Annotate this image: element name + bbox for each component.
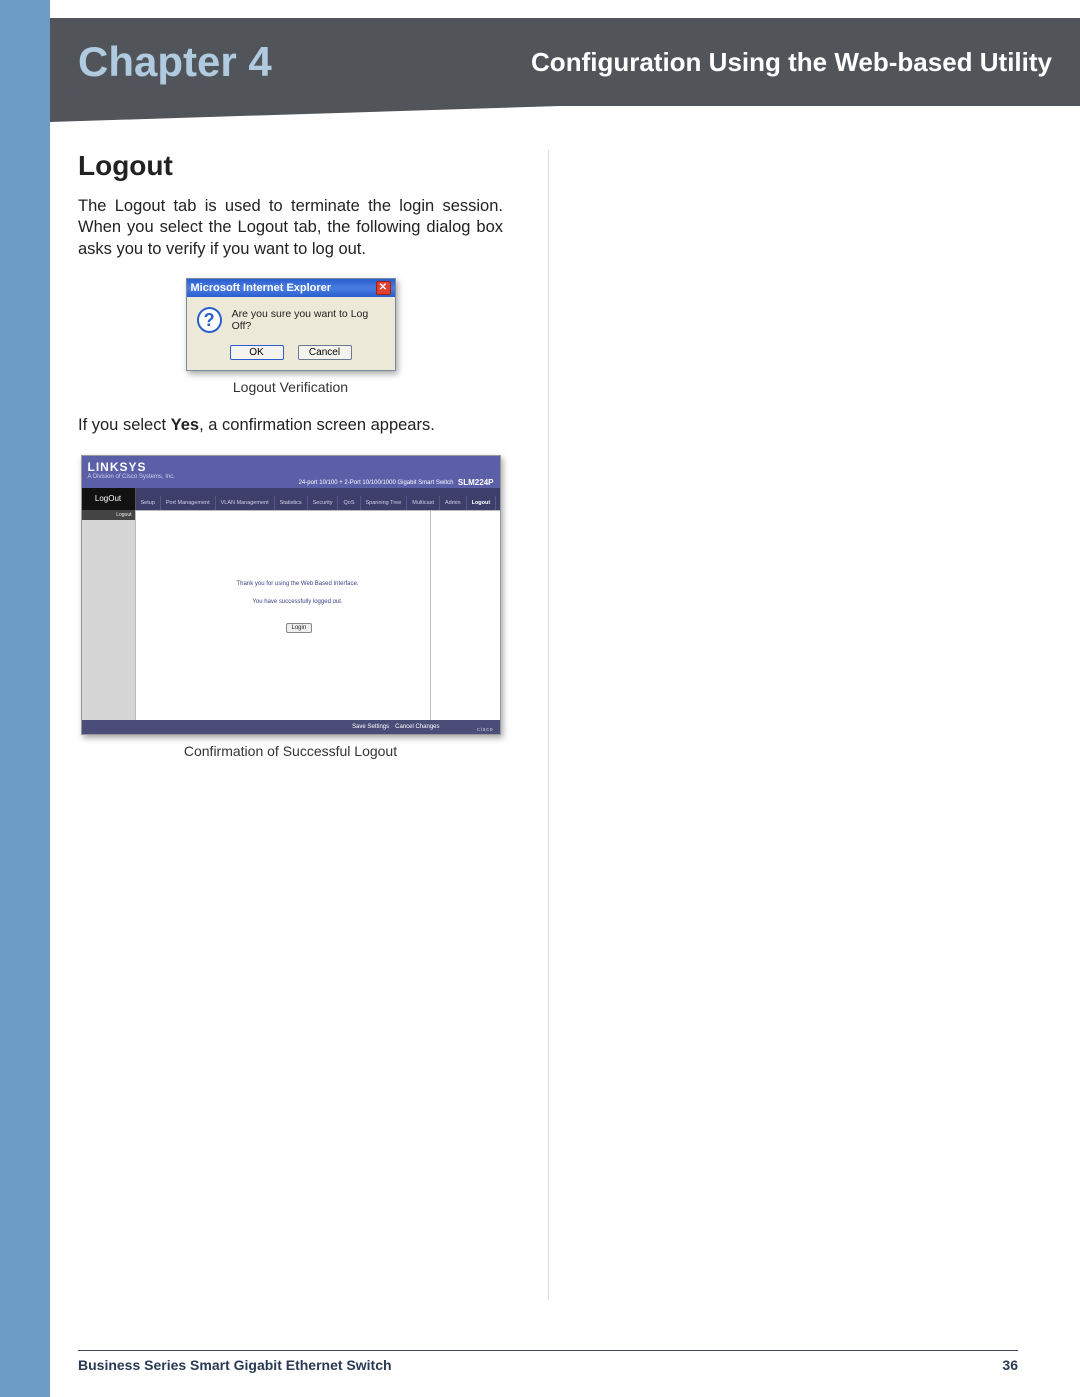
- dialog-caption: Logout Verification: [78, 379, 503, 395]
- page-number: 36: [1002, 1357, 1018, 1373]
- linksys-sidebar: Logout: [82, 510, 136, 720]
- section-heading-logout: Logout: [78, 150, 503, 182]
- linksys-sidebar-header: Logout: [82, 510, 135, 520]
- linksys-thankyou-msg: Thank you for using the Web Based Interf…: [176, 581, 420, 587]
- after-dialog-bold: Yes: [171, 416, 199, 434]
- tab-qos[interactable]: QoS: [338, 496, 360, 510]
- linksys-sublogo: A Division of Cisco Systems, Inc.: [88, 474, 175, 480]
- tab-multicast[interactable]: Multicast: [407, 496, 440, 510]
- linksys-right-column: [430, 511, 500, 720]
- dialog-message: Are you sure you want to Log Off?: [232, 308, 385, 332]
- linksys-model: SLM224P: [458, 478, 494, 487]
- linksys-product: 24-port 10/100 + 2-Port 10/100/1000 Giga…: [299, 480, 454, 486]
- dialog-body: ? Are you sure you want to Log Off?: [187, 297, 395, 339]
- cancel-button[interactable]: Cancel: [298, 345, 352, 360]
- login-button[interactable]: Login: [286, 623, 313, 633]
- cancel-changes-button[interactable]: Cancel Changes: [395, 724, 439, 730]
- tab-logout[interactable]: Logout: [467, 496, 497, 510]
- ok-button[interactable]: OK: [230, 345, 284, 360]
- linksys-content: Thank you for using the Web Based Interf…: [136, 510, 500, 720]
- tab-port-mgmt[interactable]: Port Management: [161, 496, 216, 510]
- close-icon[interactable]: ✕: [376, 281, 391, 295]
- ie-dialog: Microsoft Internet Explorer ✕ ? Are you …: [186, 278, 396, 371]
- question-icon: ?: [197, 307, 222, 333]
- linksys-logo: LINKSYS: [88, 460, 147, 474]
- chapter-header: Chapter 4 Configuration Using the Web-ba…: [50, 18, 1080, 106]
- linksys-header: LINKSYS A Division of Cisco Systems, Inc…: [82, 456, 500, 502]
- tab-security[interactable]: Security: [308, 496, 339, 510]
- page-body: Logout The Logout tab is used to termina…: [78, 150, 1038, 1330]
- dialog-title: Microsoft Internet Explorer: [191, 282, 332, 294]
- page-footer: Business Series Smart Gigabit Ethernet S…: [78, 1350, 1018, 1373]
- dialog-buttons: OK Cancel: [187, 339, 395, 370]
- left-margin-strip: [0, 0, 50, 1397]
- confirmation-caption: Confirmation of Successful Logout: [78, 743, 503, 759]
- chapter-subtitle: Configuration Using the Web-based Utilit…: [531, 47, 1052, 78]
- logout-dialog-figure: Microsoft Internet Explorer ✕ ? Are you …: [78, 278, 503, 395]
- linksys-tabbar: LogOut Setup Port Management VLAN Manage…: [82, 488, 500, 510]
- linksys-main: Logout Thank you for using the Web Based…: [82, 510, 500, 720]
- after-dialog-paragraph: If you select Yes, a confirmation screen…: [78, 415, 503, 436]
- after-dialog-post: , a confirmation screen appears.: [199, 416, 435, 434]
- tab-statistics[interactable]: Statistics: [275, 496, 308, 510]
- linksys-loggedout-msg: You have successfully logged out.: [176, 599, 420, 605]
- cisco-logo: cisco: [477, 727, 493, 733]
- footer-title: Business Series Smart Gigabit Ethernet S…: [78, 1357, 392, 1373]
- tab-setup[interactable]: Setup: [136, 496, 161, 510]
- dialog-titlebar: Microsoft Internet Explorer ✕: [187, 279, 395, 297]
- intro-paragraph: The Logout tab is used to terminate the …: [78, 196, 503, 260]
- linksys-footer: Save Settings Cancel Changes cisco: [82, 720, 500, 734]
- linksys-screenshot: LINKSYS A Division of Cisco Systems, Inc…: [81, 455, 501, 735]
- left-column: Logout The Logout tab is used to termina…: [78, 150, 533, 779]
- linksys-active-tab-logout[interactable]: LogOut: [82, 488, 136, 510]
- tab-spanning-tree[interactable]: Spanning Tree: [361, 496, 408, 510]
- tab-admin[interactable]: Admin: [440, 496, 467, 510]
- confirmation-figure: LINKSYS A Division of Cisco Systems, Inc…: [78, 455, 503, 759]
- chapter-number: Chapter 4: [78, 38, 272, 86]
- save-settings-button[interactable]: Save Settings: [352, 724, 389, 730]
- tab-vlan-mgmt[interactable]: VLAN Management: [216, 496, 275, 510]
- column-divider: [548, 150, 549, 1300]
- after-dialog-pre: If you select: [78, 416, 171, 434]
